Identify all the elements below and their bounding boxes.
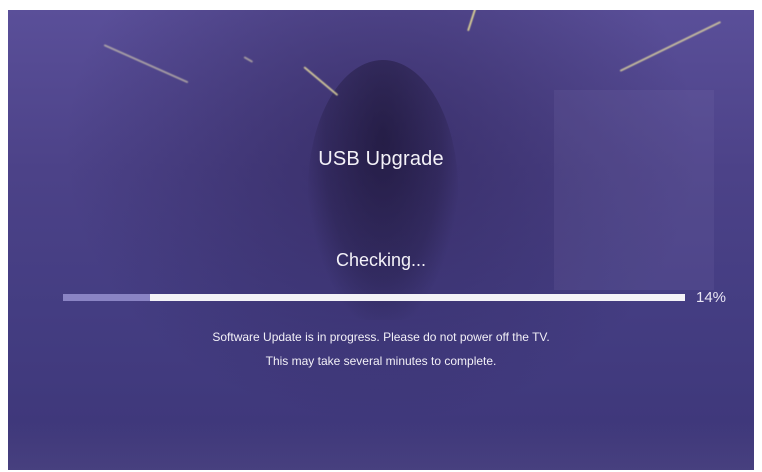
warning-message: Software Update is in progress. Please d…	[212, 330, 550, 344]
ceiling-light-reflection	[467, 10, 484, 32]
background-reflection-floor	[8, 422, 754, 470]
ceiling-light-reflection	[303, 66, 339, 97]
progress-percent: 14%	[696, 289, 727, 306]
ceiling-light-reflection	[619, 21, 722, 72]
progress-bar-fill	[63, 294, 151, 301]
status-text: Checking...	[335, 250, 427, 270]
ceiling-light-reflection	[243, 56, 254, 63]
dialog-title: USB Upgrade	[318, 148, 444, 170]
tv-screen: USB Upgrade Checking... 14% Software Upd…	[8, 10, 754, 470]
duration-message: This may take several minutes to complet…	[265, 354, 497, 368]
ceiling-light-reflection	[103, 44, 189, 84]
background-reflection-silhouette	[308, 60, 458, 320]
progress-bar	[63, 294, 685, 301]
